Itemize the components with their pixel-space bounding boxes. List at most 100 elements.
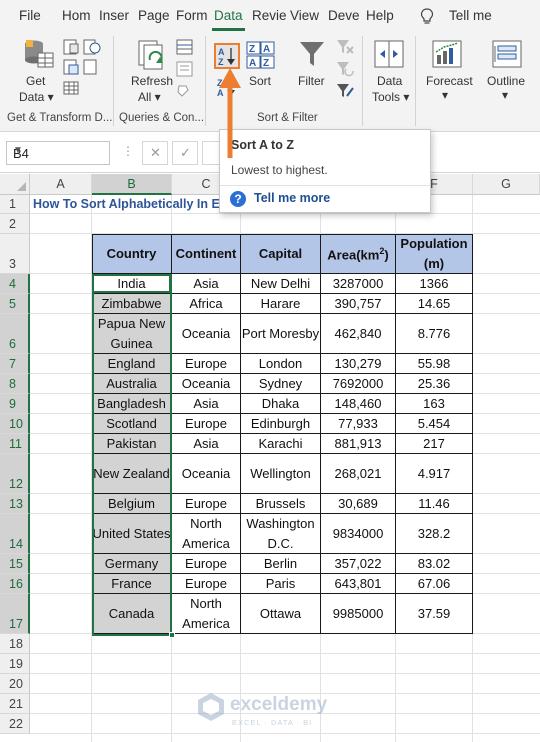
column-header-g[interactable]: G [473,174,540,195]
get-data-label[interactable]: Get [26,74,45,88]
row-header-19[interactable]: 19 [0,654,30,674]
table-cell[interactable]: 14.65 [396,294,473,314]
table-cell[interactable]: Harare [241,294,321,314]
table-cell[interactable]: 643,801 [321,574,396,594]
table-cell[interactable]: 37.59 [396,594,473,634]
row-header-13[interactable]: 13 [0,494,30,514]
country-cell[interactable]: Pakistan [92,434,172,454]
table-cell[interactable]: 881,913 [321,434,396,454]
table-cell[interactable]: 11.46 [396,494,473,514]
table-header-cell[interactable]: Population (m) [396,234,473,274]
select-all-corner[interactable] [0,174,30,195]
tab-page-layout[interactable]: Page [138,8,170,23]
column-header-a[interactable]: A [30,174,92,195]
table-cell[interactable]: 5.454 [396,414,473,434]
table-cell[interactable]: Edinburgh [241,414,321,434]
name-box[interactable]: B4 ▼ [6,141,110,165]
table-cell[interactable]: Sydney [241,374,321,394]
table-cell[interactable]: Europe [172,574,241,594]
table-cell[interactable]: 9985000 [321,594,396,634]
confirm-entry-button[interactable]: ✓ [172,141,198,165]
get-data-dropdown[interactable]: Data ▾ [19,90,54,104]
sort-button-label[interactable]: Sort [249,74,271,88]
table-cell[interactable]: 55.98 [396,354,473,374]
outline-dropdown[interactable]: ▾ [502,88,508,102]
table-cell[interactable]: Europe [172,494,241,514]
sort-a-to-z-button[interactable]: A Z [214,43,240,69]
row-header-12[interactable]: 12 [0,454,30,494]
tab-view[interactable]: View [290,8,319,23]
table-cell[interactable]: Oceania [172,374,241,394]
tell-me-search[interactable]: Tell me [449,8,492,23]
row-header-8[interactable]: 8 [0,374,30,394]
data-tools-icon[interactable] [374,40,404,68]
fill-handle[interactable] [169,632,175,638]
row-header-16[interactable]: 16 [0,574,30,594]
table-cell[interactable]: 357,022 [321,554,396,574]
filter-icon[interactable] [299,40,325,68]
table-cell[interactable]: Berlin [241,554,321,574]
table-cell[interactable]: Wellington [241,454,321,494]
table-cell[interactable]: 1366 [396,274,473,294]
table-cell[interactable]: Europe [172,354,241,374]
table-cell[interactable]: 390,757 [321,294,396,314]
row-header-11[interactable]: 11 [0,434,30,454]
tab-review[interactable]: Revie [252,8,287,23]
table-cell[interactable]: 7692000 [321,374,396,394]
tab-data[interactable]: Data [214,8,243,23]
country-cell[interactable]: Scotland [92,414,172,434]
table-cell[interactable]: 130,279 [321,354,396,374]
tab-formulas[interactable]: Form [176,8,208,23]
row-header-18[interactable]: 18 [0,634,30,654]
forecast-icon[interactable] [432,40,462,68]
row-header-21[interactable]: 21 [0,694,30,714]
table-cell[interactable]: Europe [172,414,241,434]
table-header-cell[interactable]: Continent [172,234,241,274]
country-cell[interactable]: India [92,274,172,294]
table-cell[interactable]: Asia [172,394,241,414]
tell-me-more-link[interactable]: Tell me more [254,191,330,205]
sheet-heading[interactable]: How To Sort Alphabetically In E [33,197,220,211]
row-header-22[interactable]: 22 [0,714,30,734]
country-cell[interactable]: New Zealand [92,454,172,494]
table-cell[interactable]: Karachi [241,434,321,454]
table-cell[interactable]: 163 [396,394,473,414]
column-header-b[interactable]: B [92,174,172,195]
row-header-3[interactable]: 3 [0,234,30,274]
table-cell[interactable]: North America [172,594,241,634]
table-cell[interactable]: New Delhi [241,274,321,294]
cancel-entry-button[interactable]: ✕ [142,141,168,165]
table-cell[interactable]: 268,021 [321,454,396,494]
data-tools-label-line1[interactable]: Data [377,74,402,88]
tab-help[interactable]: Help [366,8,394,23]
country-cell[interactable]: Zimbabwe [92,294,172,314]
country-cell[interactable]: United States [92,514,172,554]
table-cell[interactable]: London [241,354,321,374]
table-cell[interactable]: 67.06 [396,574,473,594]
table-cell[interactable]: 9834000 [321,514,396,554]
table-cell[interactable]: Dhaka [241,394,321,414]
refresh-all-label[interactable]: Refresh [131,74,173,88]
table-cell[interactable]: Washington D.C. [241,514,321,554]
outline-label[interactable]: Outline [487,74,525,88]
row-header-4[interactable]: 4 [0,274,30,294]
row-header-17[interactable]: 17 [0,594,30,634]
country-cell[interactable]: England [92,354,172,374]
table-cell[interactable]: 30,689 [321,494,396,514]
queries-small-icons[interactable] [176,38,194,100]
country-cell[interactable]: Australia [92,374,172,394]
table-cell[interactable]: 217 [396,434,473,454]
table-cell[interactable]: Oceania [172,454,241,494]
table-cell[interactable]: 83.02 [396,554,473,574]
chevron-down-icon[interactable]: ▼ [13,145,104,156]
table-cell[interactable]: 77,933 [321,414,396,434]
sort-z-to-a-icon[interactable]: Z A [214,76,240,100]
table-cell[interactable]: Asia [172,434,241,454]
country-cell[interactable]: France [92,574,172,594]
table-cell[interactable]: 328.2 [396,514,473,554]
table-cell[interactable]: Brussels [241,494,321,514]
row-header-5[interactable]: 5 [0,294,30,314]
tab-file[interactable]: File [19,8,41,23]
table-cell[interactable]: Ottawa [241,594,321,634]
row-header-2[interactable]: 2 [0,214,30,234]
